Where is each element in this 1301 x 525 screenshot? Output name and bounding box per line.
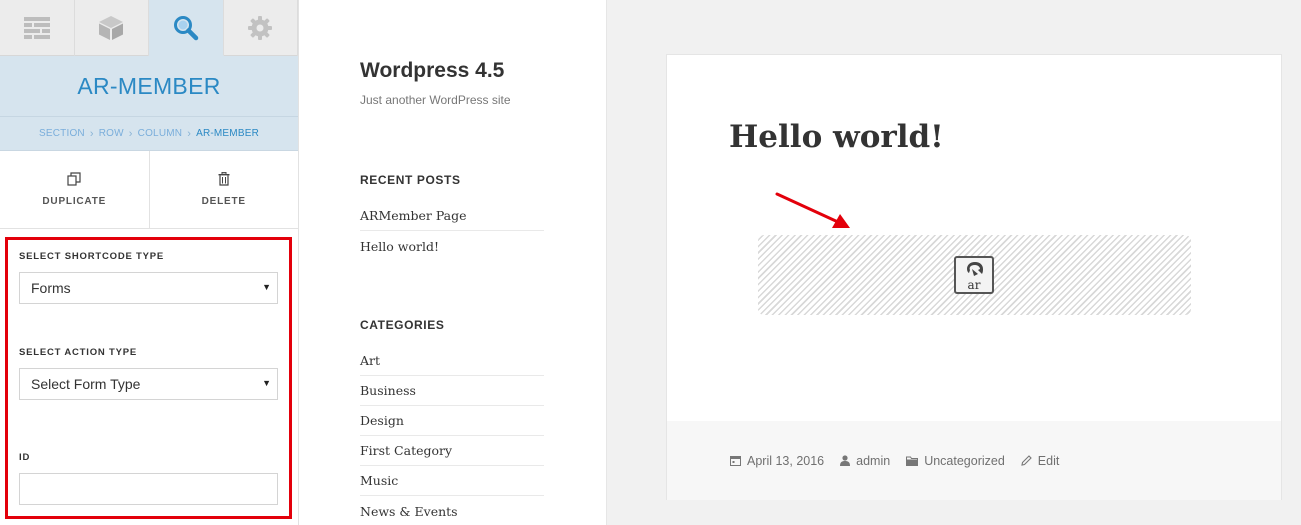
post-edit-text: Edit	[1037, 453, 1060, 468]
gear-icon	[248, 16, 273, 40]
pencil-icon	[1021, 455, 1032, 466]
action-type-select[interactable]: Select Form Type ▼	[19, 368, 278, 400]
post-category[interactable]: Uncategorized	[906, 454, 1005, 468]
shortcode-type-select[interactable]: Forms ▼	[19, 272, 278, 304]
site-title[interactable]: Wordpress 4.5	[360, 59, 504, 83]
armember-logo-glyph	[967, 262, 983, 276]
post-article: Hello world! ar April 13, 2016 admin Unc…	[666, 54, 1282, 500]
category-item[interactable]: Music	[360, 466, 544, 496]
field-id: ID	[19, 452, 278, 505]
id-label: ID	[19, 452, 31, 463]
recent-post-item[interactable]: Hello world!	[360, 231, 544, 261]
armember-logo-text: ar	[967, 278, 981, 292]
tab-layout[interactable]	[0, 0, 75, 56]
shortcode-settings-highlight: SELECT SHORTCODE TYPE Forms ▼ SELECT ACT…	[5, 237, 292, 519]
duplicate-button[interactable]: DUPLICATE	[0, 151, 149, 228]
folder-icon	[906, 456, 919, 466]
category-item[interactable]: First Category	[360, 436, 544, 466]
shortcode-type-label: SELECT SHORTCODE TYPE	[19, 251, 165, 262]
caret-down-icon: ▼	[262, 282, 271, 292]
duplicate-label: DUPLICATE	[42, 196, 107, 207]
post-title[interactable]: Hello world!	[729, 119, 944, 155]
tab-module[interactable]	[75, 0, 149, 56]
screen: AR-MEMBER SECTION › ROW › COLUMN › AR-ME…	[0, 0, 1301, 525]
site-description: Just another WordPress site	[360, 93, 511, 107]
post-author-text: admin	[856, 453, 891, 468]
id-input[interactable]	[19, 473, 278, 505]
categories-title: CATEGORIES	[360, 318, 445, 332]
caret-down-icon: ▼	[262, 378, 271, 388]
tab-settings[interactable]	[224, 0, 298, 56]
post-date[interactable]: April 13, 2016	[730, 454, 824, 468]
tab-search[interactable]	[149, 0, 224, 56]
layout-icon	[23, 17, 50, 39]
category-item[interactable]: Art	[360, 346, 544, 376]
user-icon	[840, 455, 851, 466]
chevron-right-icon: ›	[128, 127, 133, 140]
delete-label: DELETE	[201, 196, 246, 207]
category-item[interactable]: News & Events	[360, 496, 544, 525]
shortcode-type-value: Forms	[31, 280, 71, 296]
post-category-text: Uncategorized	[924, 453, 1005, 468]
breadcrumb-section[interactable]: SECTION	[39, 128, 85, 139]
categories-list: Art Business Design First Category Music…	[360, 346, 544, 525]
post-author[interactable]: admin	[840, 454, 890, 468]
duplicate-icon	[67, 172, 81, 186]
category-item[interactable]: Design	[360, 406, 544, 436]
trash-icon	[218, 172, 230, 186]
breadcrumb-column[interactable]: COLUMN	[138, 128, 183, 139]
breadcrumb-current: AR-MEMBER	[196, 128, 259, 139]
breadcrumb: SECTION › ROW › COLUMN › AR-MEMBER	[0, 116, 298, 150]
module-actions: DUPLICATE DELETE	[0, 150, 298, 229]
chevron-right-icon: ›	[89, 127, 94, 140]
cube-icon	[99, 16, 124, 40]
breadcrumb-row[interactable]: ROW	[99, 128, 124, 139]
recent-posts-list: ARMember Page Hello world!	[360, 201, 544, 261]
field-action-type: SELECT ACTION TYPE Select Form Type ▼	[19, 347, 278, 400]
site-sidebar: Wordpress 4.5 Just another WordPress sit…	[299, 0, 607, 525]
armember-shortcode-placeholder[interactable]: ar	[758, 235, 1191, 315]
calendar-icon	[730, 456, 741, 466]
chevron-right-icon: ›	[187, 127, 192, 140]
field-shortcode-type: SELECT SHORTCODE TYPE Forms ▼	[19, 251, 278, 304]
module-title: AR-MEMBER	[0, 56, 298, 116]
post-date-text: April 13, 2016	[747, 453, 825, 468]
search-icon	[173, 15, 198, 40]
category-item[interactable]: Business	[360, 376, 544, 406]
recent-post-item[interactable]: ARMember Page	[360, 201, 544, 231]
editor-tabs	[0, 0, 298, 56]
post-edit-link[interactable]: Edit	[1021, 453, 1060, 468]
post-meta: April 13, 2016 admin Uncategorized Edit	[667, 421, 1281, 500]
action-type-value: Select Form Type	[31, 376, 141, 392]
action-type-label: SELECT ACTION TYPE	[19, 347, 138, 358]
module-editor-panel: AR-MEMBER SECTION › ROW › COLUMN › AR-ME…	[0, 0, 299, 525]
delete-button[interactable]: DELETE	[148, 151, 299, 228]
armember-logo: ar	[954, 256, 994, 294]
recent-posts-title: RECENT POSTS	[360, 173, 461, 187]
annotation-arrow-icon	[775, 192, 850, 228]
